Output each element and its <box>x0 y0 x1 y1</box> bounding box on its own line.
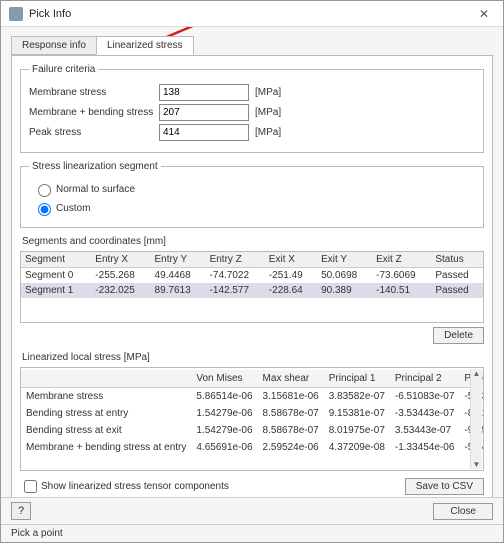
col-principal-1[interactable]: Principal 1 <box>324 370 390 388</box>
scrollbar[interactable]: ▲ ▼ <box>470 369 482 469</box>
membrane-stress-label: Membrane stress <box>29 87 159 98</box>
window: Pick Info ✕ Response info Linearized str… <box>0 0 504 543</box>
col-exit-y[interactable]: Exit Y <box>317 252 372 268</box>
chevron-down-icon[interactable]: ▼ <box>473 460 481 469</box>
col-entry-x[interactable]: Entry X <box>91 252 150 268</box>
peak-stress-unit: [MPa] <box>255 127 281 138</box>
local-stress-label: Linearized local stress [MPa] <box>22 352 484 363</box>
col-exit-z[interactable]: Exit Z <box>372 252 431 268</box>
mem-bend-stress-input[interactable] <box>159 104 249 121</box>
custom-radio[interactable] <box>38 203 51 216</box>
col-entry-y[interactable]: Entry Y <box>151 252 206 268</box>
chevron-up-icon[interactable]: ▲ <box>473 369 481 378</box>
failure-criteria-group: Failure criteria Membrane stress [MPa] M… <box>20 64 484 153</box>
show-tensor-label: Show linearized stress tensor components <box>41 481 229 492</box>
linearization-segment-legend: Stress linearization segment <box>29 161 161 172</box>
custom-label: Custom <box>56 203 90 214</box>
mem-bend-stress-label: Membrane + bending stress <box>29 107 159 118</box>
table-row[interactable]: Segment 0 -255.268 49.4468 -74.7022 -251… <box>21 268 483 284</box>
delete-button[interactable]: Delete <box>433 327 484 344</box>
normal-to-surface-label: Normal to surface <box>56 184 135 195</box>
tab-panel: Failure criteria Membrane stress [MPa] M… <box>11 55 493 497</box>
membrane-stress-unit: [MPa] <box>255 87 281 98</box>
tab-strip: Response info Linearized stress <box>11 33 493 55</box>
col-principal-2[interactable]: Principal 2 <box>390 370 460 388</box>
peak-stress-label: Peak stress <box>29 127 159 138</box>
mem-bend-stress-unit: [MPa] <box>255 107 281 118</box>
col-exit-x[interactable]: Exit X <box>265 252 317 268</box>
table-row[interactable]: Bending stress at exit 1.54279e-06 8.586… <box>21 422 484 439</box>
segments-label: Segments and coordinates [mm] <box>22 236 484 247</box>
save-csv-button[interactable]: Save to CSV <box>405 478 484 495</box>
tab-response-info[interactable]: Response info <box>11 36 97 55</box>
tab-linearized-stress[interactable]: Linearized stress <box>96 36 194 55</box>
table-row[interactable]: Membrane stress 5.86514e-06 3.15681e-06 … <box>21 388 484 406</box>
membrane-stress-input[interactable] <box>159 84 249 101</box>
show-tensor-checkbox[interactable] <box>24 480 37 493</box>
normal-to-surface-radio[interactable] <box>38 184 51 197</box>
app-icon <box>9 7 23 21</box>
window-title: Pick Info <box>29 8 473 20</box>
titlebar: Pick Info ✕ <box>1 1 503 27</box>
table-row[interactable]: Bending stress at entry 1.54279e-06 8.58… <box>21 405 484 422</box>
local-stress-table: Von Mises Max shear Principal 1 Principa… <box>20 367 484 471</box>
table-row[interactable]: Segment 1 -232.025 89.7613 -142.577 -228… <box>21 283 483 298</box>
col-von-mises[interactable]: Von Mises <box>191 370 257 388</box>
linearization-segment-group: Stress linearization segment Normal to s… <box>20 161 484 228</box>
failure-criteria-legend: Failure criteria <box>29 64 98 75</box>
col-entry-z[interactable]: Entry Z <box>206 252 265 268</box>
help-button[interactable]: ? <box>11 502 31 520</box>
bottom-bar: ? Close <box>1 497 503 524</box>
col-status[interactable]: Status <box>431 252 483 268</box>
close-button[interactable]: Close <box>433 503 493 520</box>
col-segment[interactable]: Segment <box>21 252 91 268</box>
content-area: Response info Linearized stress Failure … <box>1 27 503 497</box>
status-bar: Pick a point <box>1 524 503 542</box>
peak-stress-input[interactable] <box>159 124 249 141</box>
table-row[interactable]: Membrane + bending stress at entry 4.656… <box>21 439 484 456</box>
segments-table: Segment Entry X Entry Y Entry Z Exit X E… <box>20 251 484 323</box>
close-icon[interactable]: ✕ <box>473 5 495 23</box>
col-max-shear[interactable]: Max shear <box>258 370 324 388</box>
